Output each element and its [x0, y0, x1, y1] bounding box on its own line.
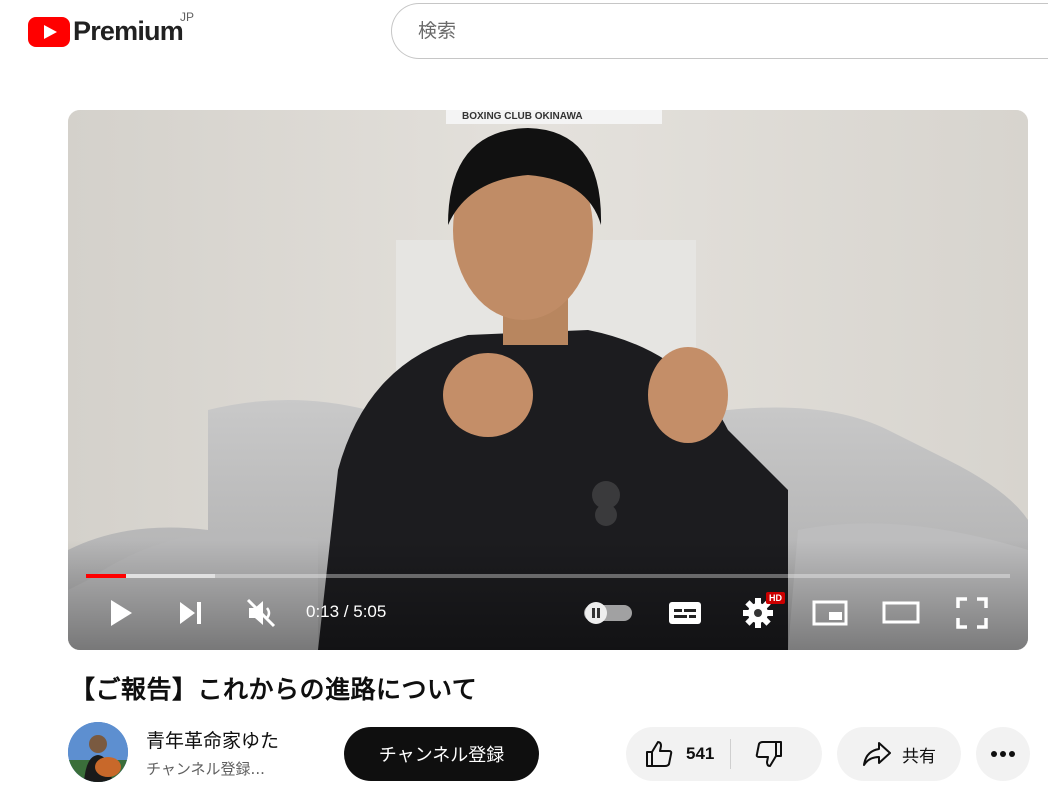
captions-icon [669, 602, 701, 624]
video-title: 【ご報告】これからの進路について [70, 675, 478, 704]
theater-mode-icon [882, 601, 920, 624]
fullscreen-icon [956, 597, 988, 629]
volume-muted-icon [246, 598, 276, 628]
like-button[interactable]: 541 [626, 727, 730, 781]
avatar-image [68, 722, 128, 782]
captions-button[interactable] [666, 595, 704, 631]
search-box[interactable] [391, 3, 1048, 59]
mute-button[interactable] [244, 595, 280, 631]
dislike-button[interactable] [731, 727, 807, 781]
channel-name[interactable]: 青年革命家ゆた [146, 726, 279, 753]
progress-played [86, 574, 126, 578]
hd-badge: HD [766, 592, 785, 604]
more-actions-button[interactable] [976, 727, 1030, 781]
miniplayer-icon [812, 600, 848, 626]
skip-next-icon [180, 602, 201, 624]
share-icon [863, 742, 891, 766]
like-count: 541 [686, 744, 715, 763]
channel-avatar[interactable] [68, 722, 128, 782]
more-horizontal-icon [991, 751, 1015, 757]
logo-text: Premium [73, 16, 184, 46]
subscriber-count: チャンネル登録... [146, 760, 265, 778]
search-input[interactable] [416, 19, 1020, 43]
miniplayer-button[interactable] [810, 595, 850, 631]
play-icon [111, 600, 132, 626]
theater-mode-button[interactable] [880, 595, 922, 631]
time-display: 0:13 / 5:05 [306, 602, 387, 621]
progress-bar[interactable] [86, 574, 1010, 578]
youtube-play-logo-icon [28, 16, 70, 47]
thumbs-up-icon [646, 741, 673, 767]
region-code: JP [180, 10, 195, 24]
next-button[interactable] [174, 595, 208, 631]
share-button[interactable]: 共有 [837, 727, 961, 781]
poster-sign-text: BOXING CLUB OKINAWA [462, 111, 583, 122]
subscribe-button[interactable]: チャンネル登録 [344, 727, 539, 781]
thumbs-down-icon [756, 741, 783, 767]
like-dislike-group: 541 [626, 727, 822, 781]
fullscreen-button[interactable] [954, 595, 990, 631]
share-label: 共有 [902, 746, 936, 767]
video-player[interactable]: BOXING CLUB OKINAWA 0:13 / 5:05 HD [68, 110, 1028, 650]
autoplay-toggle[interactable] [582, 595, 634, 631]
play-button[interactable] [104, 595, 138, 631]
autoplay-toggle-icon [584, 602, 632, 624]
youtube-premium-logo[interactable]: Premium [28, 16, 184, 47]
